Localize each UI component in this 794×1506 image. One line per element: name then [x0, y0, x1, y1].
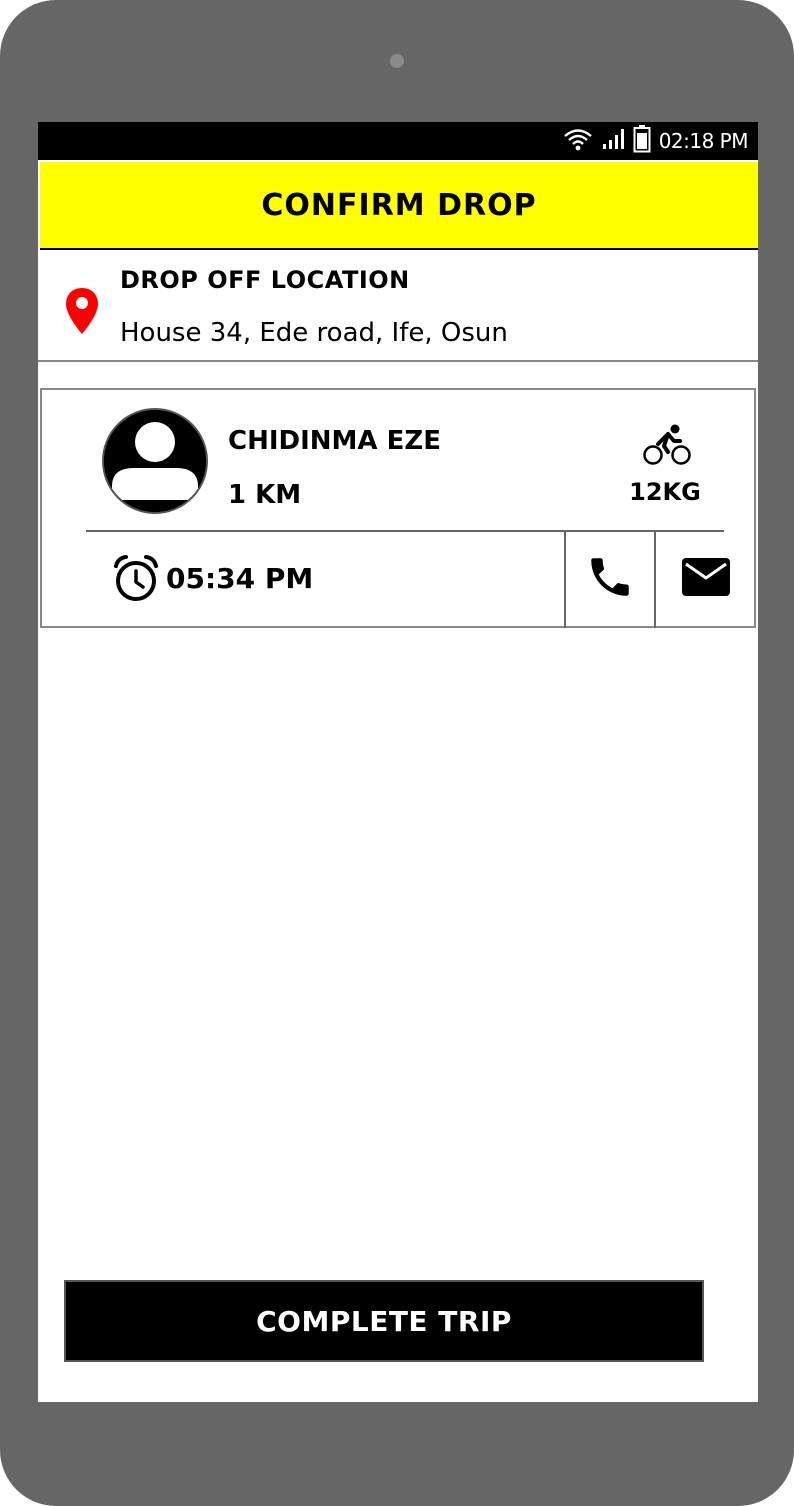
user-avatar-icon: [102, 408, 208, 514]
app-screen: 02:18 PM CONFIRM DROP DROP OFF LOCATION …: [38, 122, 758, 1402]
phone-icon: [585, 552, 635, 606]
bicycle-icon: [642, 424, 692, 470]
wifi-icon: [563, 127, 593, 155]
rider-card: CHIDINMA EZE 1 KM 12KG 05:34 PM: [40, 388, 756, 628]
device-frame: 02:18 PM CONFIRM DROP DROP OFF LOCATION …: [0, 0, 794, 1506]
call-button[interactable]: [564, 530, 654, 628]
drop-off-label: DROP OFF LOCATION: [120, 266, 410, 294]
complete-trip-button[interactable]: COMPLETE TRIP: [64, 1280, 704, 1362]
signal-icon: [601, 127, 625, 155]
complete-trip-label: COMPLETE TRIP: [256, 1304, 512, 1338]
location-pin-icon: [64, 286, 100, 340]
header-bar: CONFIRM DROP: [40, 162, 758, 250]
package-weight: 12KG: [629, 478, 701, 506]
message-button[interactable]: [654, 530, 756, 628]
alarm-clock-icon: [112, 554, 160, 606]
status-bar: 02:18 PM: [38, 122, 758, 160]
mail-icon: [681, 557, 731, 601]
battery-icon: [633, 125, 651, 157]
page-title: CONFIRM DROP: [261, 187, 537, 223]
drop-off-location: DROP OFF LOCATION House 34, Ede road, If…: [38, 250, 758, 362]
eta-time: 05:34 PM: [166, 562, 314, 595]
drop-off-address: House 34, Ede road, Ife, Osun: [120, 318, 508, 348]
rider-name: CHIDINMA EZE: [228, 426, 441, 456]
front-camera: [390, 54, 404, 68]
status-time: 02:18 PM: [658, 129, 749, 153]
status-icons: 02:18 PM: [563, 122, 749, 160]
rider-distance: 1 KM: [228, 480, 302, 510]
